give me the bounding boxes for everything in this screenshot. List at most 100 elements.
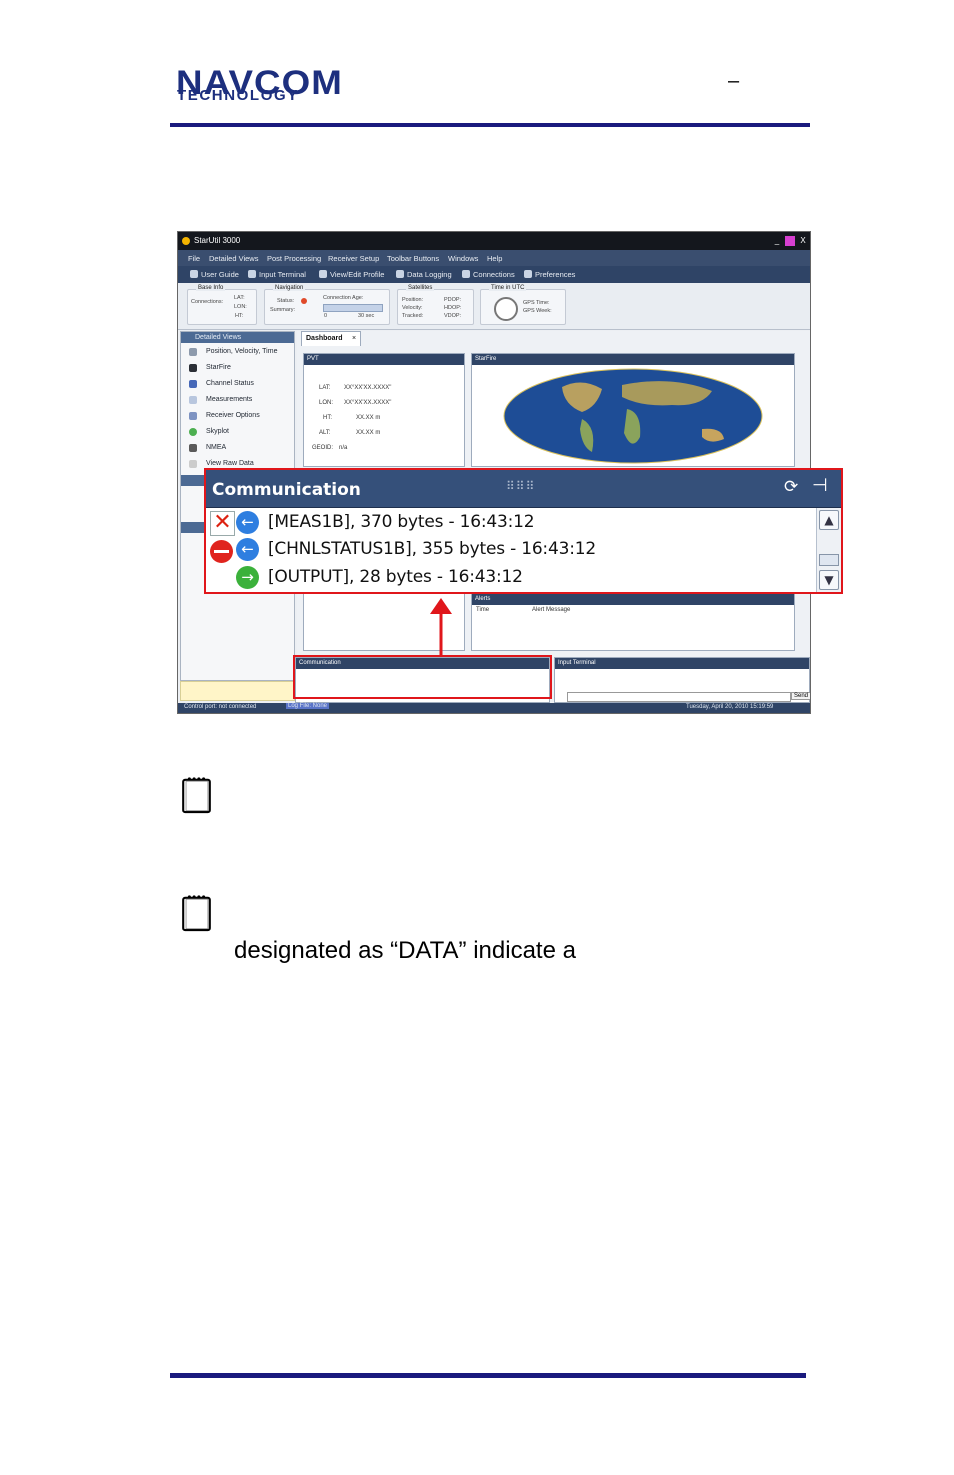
sidebar-item-label: View Raw Data — [206, 460, 254, 467]
base-info-group: Base Info Connections: LAT: LON: HT: — [187, 285, 257, 325]
tab-dashboard[interactable]: Dashboard × — [301, 331, 361, 346]
menu-windows[interactable]: Windows — [448, 254, 478, 263]
pvt-lat-value: XX°XX'XX.XXXX" — [344, 385, 392, 391]
toolbar-user-guide[interactable]: User Guide — [201, 270, 239, 279]
maximize-button[interactable] — [785, 236, 795, 246]
binary-icon — [189, 460, 197, 468]
communication-callout: Communication ⠿⠿⠿ ⟳ ⊣ ✕ ← [MEAS1B], 370 … — [204, 468, 843, 594]
pvt-panel-header: PVT — [304, 354, 464, 365]
base-info-title: Base Info — [196, 285, 226, 291]
sidebar-item-label: Skyplot — [206, 428, 229, 435]
stop-icon — [210, 540, 233, 563]
pvt-ht-value: XX.XX m — [356, 415, 381, 421]
tab-close-icon[interactable]: × — [352, 335, 356, 342]
sidebar-item-label: Measurements — [206, 396, 253, 403]
pvt-alt-value: XX.XX m — [356, 430, 381, 436]
input-terminal-panel: Input Terminal Send — [554, 657, 810, 703]
refresh-icon[interactable]: ⟳ — [784, 477, 798, 497]
toolbar: User Guide Input Terminal View/Edit Prof… — [178, 266, 810, 283]
callout-scrollbar[interactable]: ▲ ▼ — [816, 508, 841, 592]
scale-max: 30 sec — [358, 313, 375, 319]
menu-post-processing[interactable]: Post Processing — [267, 254, 321, 263]
sidebar-item-measurements[interactable]: Measurements — [189, 394, 293, 408]
close-button[interactable]: X — [798, 236, 808, 246]
minimize-button[interactable]: _ — [772, 236, 782, 246]
gear-icon — [524, 270, 532, 278]
comm-line-output: [OUTPUT], 28 bytes - 16:43:12 — [268, 567, 523, 587]
toolbar-data-logging[interactable]: Data Logging — [407, 270, 452, 279]
pvt-panel-title: PVT — [307, 356, 319, 362]
pvt-lon-label: LON: — [319, 400, 334, 406]
status-bar: Control port: not connected Log File: No… — [178, 703, 810, 713]
menu-receiver-setup[interactable]: Receiver Setup — [328, 254, 379, 263]
toolbar-view-edit-profile[interactable]: View/Edit Profile — [330, 270, 384, 279]
input-terminal-title: Input Terminal — [558, 660, 596, 666]
grip-icon: ⠿⠿⠿ — [506, 479, 536, 493]
toolbar-connections[interactable]: Connections — [473, 270, 515, 279]
scroll-down-icon[interactable]: ▼ — [819, 570, 839, 590]
pvt-ht-label: HT: — [323, 415, 332, 421]
sidebar-item-starfire[interactable]: StarFire — [189, 362, 293, 376]
alerts-panel-header: Alerts — [472, 594, 794, 605]
sidebar-item-pvt[interactable]: Position, Velocity, Time — [189, 346, 293, 360]
header-rule — [170, 123, 810, 127]
scroll-up-icon[interactable]: ▲ — [819, 510, 839, 530]
callout-title: Communication — [212, 480, 361, 500]
pvt-panel: PVT LAT: XX°XX'XX.XXXX" LON: XX°XX'XX.XX… — [303, 353, 465, 467]
pin-icon[interactable]: ⊣ — [812, 475, 828, 496]
footer-rule — [170, 1373, 806, 1378]
sidebar-section-label: Detailed Views — [195, 334, 242, 341]
sidebar-section-detailed-views[interactable]: Detailed Views — [181, 332, 294, 343]
toolbar-preferences[interactable]: Preferences — [535, 270, 575, 279]
navcom-logo-subtitle: TECHNOLOGY — [177, 87, 299, 104]
sidebar-footer — [180, 681, 295, 701]
globe-icon — [189, 428, 197, 436]
gps-time-label: GPS Time: — [523, 300, 550, 306]
window-title: StarUtil 3000 — [194, 236, 241, 245]
sidebar-item-label: NMEA — [206, 444, 227, 451]
data-logging-icon — [396, 270, 404, 278]
sat-velocity-label: Velocity: — [402, 305, 423, 311]
sidebar-item-label: Receiver Options — [206, 412, 260, 419]
sidebar-item-nmea[interactable]: NMEA — [189, 442, 293, 456]
app-icon — [182, 237, 190, 245]
wrench-icon — [189, 412, 197, 420]
menu-file[interactable]: File — [188, 254, 200, 263]
sat-position-label: Position: — [402, 297, 424, 303]
sidebar-item-receiver-options[interactable]: Receiver Options — [189, 410, 293, 424]
note-text: designated as “DATA” indicate a — [234, 937, 576, 964]
nav-status-label: Status: — [277, 298, 295, 304]
error-x-icon: ✕ — [210, 511, 235, 536]
input-terminal-header: Input Terminal — [555, 658, 809, 669]
menu-detailed-views[interactable]: Detailed Views — [209, 254, 258, 263]
log-file-status: Log File: None — [286, 703, 330, 709]
starfire-panel-header: StarFire — [472, 354, 794, 365]
status-light-icon — [301, 298, 307, 304]
header-dash: – — [728, 70, 740, 92]
pvt-lon-value: XX°XX'XX.XXXX" — [344, 400, 392, 406]
alerts-panel: Alerts Time Alert Message — [471, 593, 795, 651]
note-icon — [182, 777, 211, 814]
connection-age-bar — [323, 304, 383, 312]
datetime-status: Tuesday, April 20, 2010 15:19:59 — [686, 704, 774, 710]
navigation-group: Navigation Status: Summary: Connection A… — [264, 285, 390, 325]
sidebar-item-label: StarFire — [206, 364, 231, 371]
world-map-image — [503, 368, 763, 464]
control-port-status: Control port: not connected — [184, 704, 257, 710]
menu-help[interactable]: Help — [487, 254, 502, 263]
sidebar-item-skyplot[interactable]: Skyplot — [189, 426, 293, 440]
scroll-thumb[interactable] — [819, 554, 839, 566]
pdop-label: PDOP: — [444, 297, 462, 303]
send-button[interactable]: Send — [791, 692, 810, 700]
toolbar-input-terminal[interactable]: Input Terminal — [259, 270, 306, 279]
bar-chart-icon — [189, 380, 197, 388]
sidebar-item-channel-status[interactable]: Channel Status — [189, 378, 293, 392]
pvt-geoid-label: GEOID: — [312, 445, 334, 451]
starfire-panel: StarFire — [471, 353, 795, 467]
terminal-input[interactable] — [567, 692, 791, 702]
menu-toolbar-buttons[interactable]: Toolbar Buttons — [387, 254, 439, 263]
callout-header: Communication ⠿⠿⠿ ⟳ ⊣ — [206, 470, 841, 508]
time-utc-title: Time in UTC — [489, 285, 527, 291]
outgoing-arrow-icon: → — [236, 566, 259, 589]
user-guide-icon — [190, 270, 198, 278]
